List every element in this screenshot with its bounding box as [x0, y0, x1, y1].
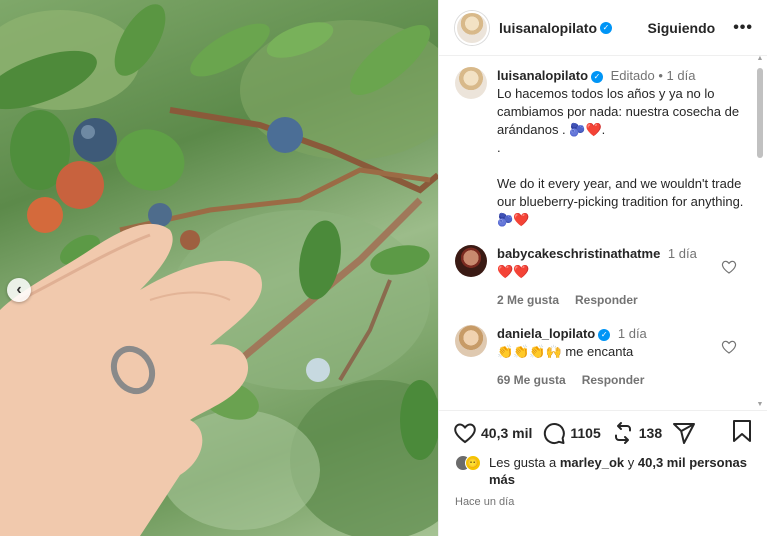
- comment-text: ❤️❤️: [497, 264, 530, 279]
- previous-media-button[interactable]: ‹: [7, 278, 31, 302]
- caption-username[interactable]: luisanalopilato: [497, 68, 588, 83]
- comment-icon[interactable]: [542, 421, 566, 445]
- reply-button[interactable]: Responder: [575, 291, 638, 309]
- comment-action[interactable]: 1105: [542, 421, 601, 445]
- repost-count[interactable]: 138: [639, 425, 662, 441]
- comment-item: daniela_lopilato ✓ 1 día 👏👏👏🙌 me encanta …: [455, 325, 751, 389]
- save-action[interactable]: [731, 419, 753, 446]
- like-count[interactable]: 40,3 mil: [481, 425, 532, 441]
- comment-text: 👏👏👏🙌 me encanta: [497, 344, 634, 359]
- caption-time[interactable]: 1 día: [667, 68, 696, 83]
- comment-likes[interactable]: 2 Me gusta: [497, 291, 559, 309]
- share-action[interactable]: [672, 421, 696, 445]
- repost-action[interactable]: 138: [611, 421, 662, 445]
- comment-count[interactable]: 1105: [570, 425, 600, 441]
- chevron-left-icon: ‹: [16, 281, 22, 298]
- following-button[interactable]: Siguiendo: [648, 20, 716, 36]
- comment-heart-icon[interactable]: [721, 259, 737, 275]
- comment-time[interactable]: 1 día: [668, 246, 697, 261]
- comments-scrollbar[interactable]: ▲ ▼: [757, 55, 764, 408]
- commenter-username[interactable]: daniela_lopilato: [497, 326, 595, 341]
- blueberry-photo: [0, 4, 438, 536]
- post-panel: luisanalopilato ✓ Siguiendo ••• luisanal…: [438, 0, 767, 536]
- more-icon[interactable]: •••: [733, 19, 753, 37]
- comments-section[interactable]: luisanalopilato ✓ Editado • 1 día Lo hace…: [439, 57, 767, 404]
- heart-icon[interactable]: [453, 421, 477, 445]
- likes-count-people[interactable]: 40,3 mil personas: [638, 455, 747, 470]
- author-avatar-small[interactable]: [455, 67, 487, 99]
- comment-heart-icon[interactable]: [721, 339, 737, 355]
- post-caption: luisanalopilato ✓ Editado • 1 día Lo hace…: [455, 67, 751, 229]
- likes-middle: y: [624, 455, 638, 470]
- author-avatar[interactable]: [455, 10, 489, 45]
- caption-text: Lo hacemos todos los años y ya no lo cam…: [497, 86, 744, 227]
- action-bar: 40,3 mil 1105 138: [439, 410, 767, 454]
- verified-badge-icon: ✓: [600, 21, 613, 34]
- share-icon[interactable]: [672, 421, 696, 445]
- commenter-avatar[interactable]: [455, 325, 487, 357]
- commenter-username[interactable]: babycakeschristinathatme: [497, 246, 660, 261]
- liker-username[interactable]: marley_ok: [560, 455, 624, 470]
- like-action[interactable]: 40,3 mil: [453, 421, 532, 445]
- post-timestamp[interactable]: Hace un día: [455, 496, 514, 508]
- liker-avatars[interactable]: 😶: [455, 455, 483, 473]
- comment-time[interactable]: 1 día: [618, 326, 647, 341]
- comment-item: babycakeschristinathatme 1 día ❤️❤️ 2 Me…: [455, 245, 751, 309]
- commenter-avatar[interactable]: [455, 245, 487, 277]
- likes-prefix: Les gusta a: [489, 455, 560, 470]
- bookmark-icon[interactable]: [731, 419, 753, 443]
- verified-badge-icon: ✓: [591, 70, 604, 83]
- reply-button[interactable]: Responder: [582, 371, 645, 389]
- scrollbar-thumb[interactable]: [757, 68, 763, 158]
- scroll-up-icon[interactable]: ▲: [756, 55, 764, 63]
- post-media[interactable]: ‹: [0, 0, 438, 536]
- verified-badge-icon: ✓: [598, 328, 611, 341]
- likes-summary: 😶 Les gusta a marley_ok y 40,3 mil perso…: [455, 454, 753, 488]
- post-header: luisanalopilato ✓ Siguiendo •••: [439, 0, 767, 56]
- liker-avatar[interactable]: 😶: [465, 455, 481, 471]
- repost-icon[interactable]: [611, 421, 635, 445]
- comment-likes[interactable]: 69 Me gusta: [497, 371, 566, 389]
- likes-suffix[interactable]: más: [489, 472, 515, 487]
- scroll-down-icon[interactable]: ▼: [756, 401, 764, 409]
- author-username[interactable]: luisanalopilato: [499, 20, 597, 36]
- edited-label: Editado: [610, 68, 655, 83]
